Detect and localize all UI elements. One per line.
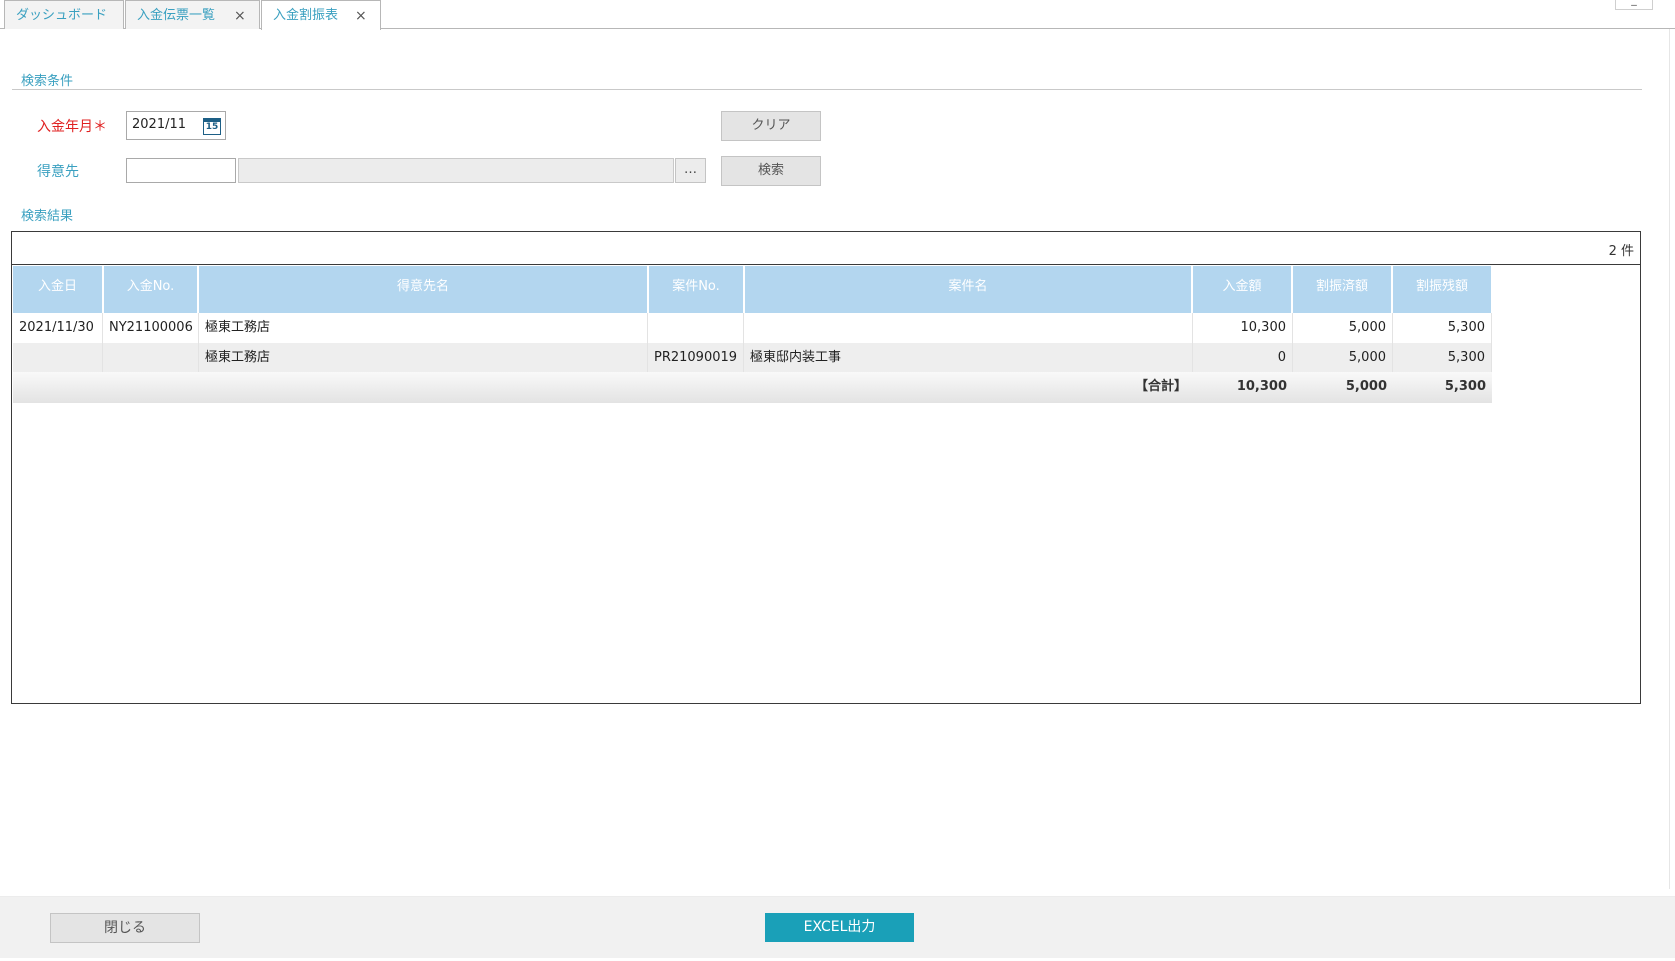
footer-bar: 閉じる EXCEL出力: [0, 896, 1675, 958]
customer-name-field: [238, 158, 674, 183]
column-header-project-no[interactable]: 案件No.: [649, 266, 743, 313]
search-conditions-title: 検索条件: [21, 74, 74, 89]
close-icon[interactable]: ×: [234, 1, 246, 31]
table-row[interactable]: 極東工務店 PR21090019 極東邸内装工事 0 5,000 5,300: [13, 343, 1492, 374]
total-allocated-amount: 5,000: [1345, 379, 1387, 394]
cell-project-name: [744, 313, 1193, 344]
year-month-field[interactable]: 2021/11 15: [126, 111, 226, 140]
count-bar: 2 件: [12, 232, 1640, 265]
tab-dashboard[interactable]: ダッシュボード: [4, 0, 124, 29]
results-panel: 2 件 入金日 入金No. 得意先名 案件No. 案件名 入金額 割振済額 割振…: [11, 231, 1641, 704]
close-icon[interactable]: ×: [355, 1, 367, 31]
cell-remaining-amount: 5,300: [1393, 313, 1492, 344]
column-header-allocated-amount[interactable]: 割振済額: [1293, 266, 1391, 313]
total-label: 【合計】: [1134, 379, 1187, 394]
cell-customer-name: 極東工務店: [199, 313, 648, 344]
result-count: 2 件: [1608, 244, 1634, 259]
search-results-title: 検索結果: [21, 209, 74, 224]
column-header-payment-date[interactable]: 入金日: [13, 266, 102, 313]
cell-project-name: 極東邸内装工事: [744, 343, 1193, 374]
tab-payment-slip-list[interactable]: 入金伝票一覧 ×: [125, 0, 260, 29]
clear-button[interactable]: クリア: [721, 111, 821, 141]
cell-customer-name: 極東工務店: [199, 343, 648, 374]
minimize-button[interactable]: _: [1615, 0, 1653, 10]
tab-payment-allocation[interactable]: 入金割振表 ×: [261, 0, 381, 30]
cell-payment-amount: 10,300: [1193, 313, 1293, 344]
tab-dashboard-label: ダッシュボード: [16, 8, 108, 23]
total-remaining-amount: 5,300: [1444, 379, 1486, 394]
column-header-project-name[interactable]: 案件名: [745, 266, 1191, 313]
column-header-payment-amount[interactable]: 入金額: [1193, 266, 1291, 313]
tab-payment-allocation-label: 入金割振表: [273, 8, 339, 23]
cell-project-no: [648, 313, 744, 344]
scrollbar-edge: [1669, 29, 1670, 889]
calendar-icon[interactable]: 15: [203, 118, 221, 135]
cell-allocated-amount: 5,000: [1293, 343, 1393, 374]
cell-payment-amount: 0: [1193, 343, 1293, 374]
customer-lookup-button[interactable]: …: [675, 158, 706, 183]
cell-payment-date: 2021/11/30: [13, 313, 103, 344]
column-header-remaining-amount[interactable]: 割振残額: [1393, 266, 1491, 313]
customer-code-input[interactable]: [126, 158, 236, 183]
column-header-customer-name[interactable]: 得意先名: [199, 266, 647, 313]
cell-project-no: PR21090019: [648, 343, 744, 374]
year-month-value: 2021/11: [132, 117, 187, 132]
year-month-label: 入金年月＊: [37, 119, 107, 135]
column-header-payment-no[interactable]: 入金No.: [104, 266, 197, 313]
cell-payment-no: NY21100006: [103, 313, 199, 344]
cell-allocated-amount: 5,000: [1293, 313, 1393, 344]
total-payment-amount: 10,300: [1236, 379, 1287, 394]
cell-remaining-amount: 5,300: [1393, 343, 1492, 374]
cell-payment-date: [13, 343, 103, 374]
close-button[interactable]: 閉じる: [50, 913, 200, 943]
search-button[interactable]: 検索: [721, 156, 821, 186]
excel-export-button[interactable]: EXCEL出力: [765, 913, 914, 942]
cell-payment-no: [103, 343, 199, 374]
customer-label: 得意先: [37, 164, 79, 180]
table-row[interactable]: 2021/11/30 NY21100006 極東工務店 10,300 5,000…: [13, 313, 1492, 344]
section-divider: [12, 89, 1642, 90]
tab-payment-slip-list-label: 入金伝票一覧: [137, 8, 216, 23]
tab-bar: ダッシュボード 入金伝票一覧 × 入金割振表 ×: [0, 0, 1675, 30]
total-row: 【合計】 10,300 5,000 5,300: [13, 372, 1492, 403]
